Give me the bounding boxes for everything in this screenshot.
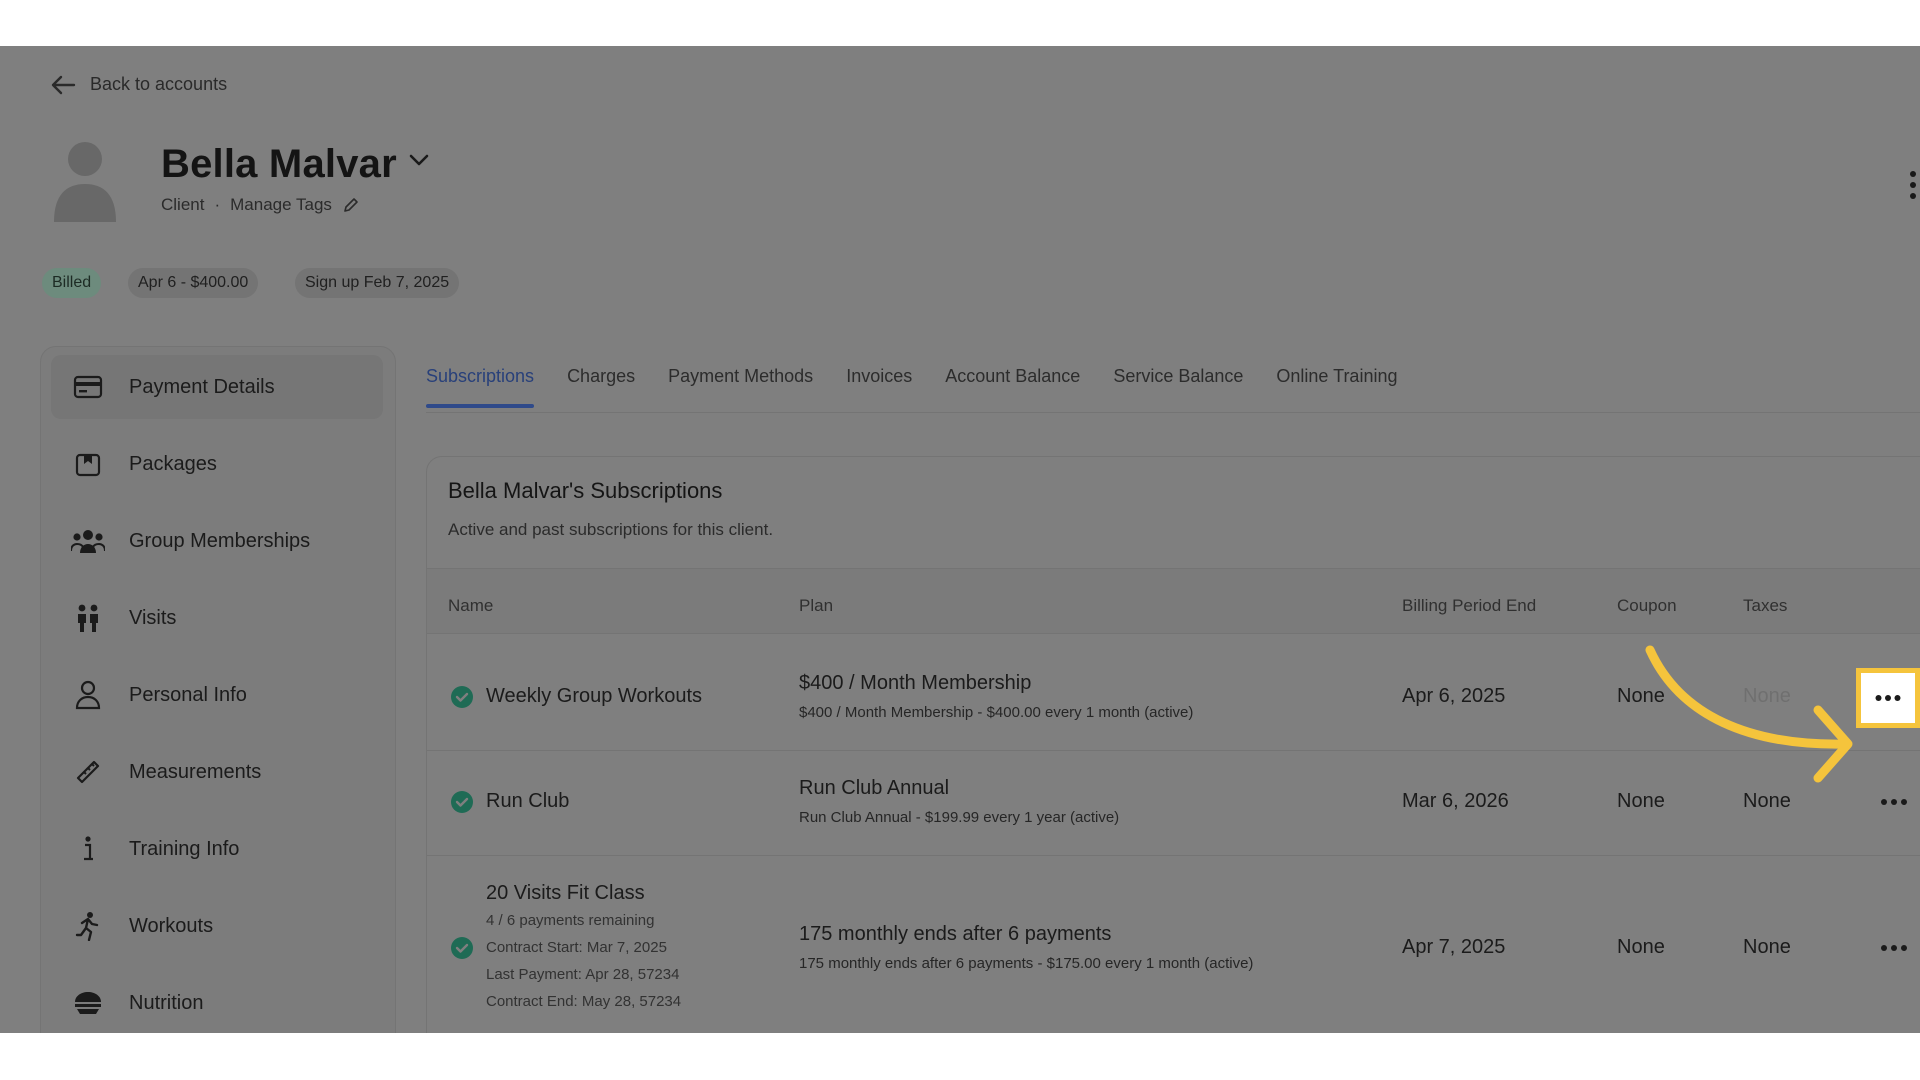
sidebar-item-group-memberships[interactable]: Group Memberships: [51, 509, 383, 573]
next-bill-badge: Apr 6 - $400.00: [128, 268, 259, 298]
sidebar-item-training-info[interactable]: Training Info: [51, 817, 383, 881]
subscription-name: 20 Visits Fit Class: [486, 882, 645, 904]
column-header-name: Name: [448, 596, 494, 615]
last-payment: Last Payment: Apr 28, 57234: [486, 966, 680, 983]
ruler-icon: [71, 755, 105, 789]
credit-card-icon: [71, 370, 105, 404]
visits-icon: [71, 601, 105, 635]
row-divider: [427, 855, 1920, 856]
tab-divider: [426, 412, 1920, 413]
person-icon: [71, 678, 105, 712]
plan-detail: Run Club Annual - $199.99 every 1 year (…: [799, 809, 1120, 826]
dimmed-page: Back to accounts Bella Malvar Client · M…: [0, 46, 1920, 1033]
coupon-value: None: [1617, 936, 1665, 958]
tab-bar: Subscriptions Charges Payment Methods In…: [426, 366, 1430, 408]
nutrition-icon: [71, 986, 105, 1020]
arrow-left-icon: [51, 75, 76, 94]
card-description: Active and past subscriptions for this c…: [448, 520, 774, 539]
tab-service-balance[interactable]: Service Balance: [1113, 366, 1243, 408]
column-header-coupon: Coupon: [1617, 596, 1677, 615]
plan-detail: $400 / Month Membership - $400.00 every …: [799, 704, 1194, 721]
sidebar-item-label: Group Memberships: [129, 529, 311, 552]
subscription-name: Weekly Group Workouts: [486, 685, 703, 707]
back-label: Back to accounts: [90, 74, 228, 94]
separator-dot: ·: [214, 195, 221, 214]
sidebar-item-nutrition[interactable]: Nutrition: [51, 971, 383, 1033]
payments-remaining: 4 / 6 payments remaining: [486, 912, 655, 929]
group-icon: [71, 524, 105, 558]
sidebar-item-label: Workouts: [129, 914, 214, 937]
sidebar-item-workouts[interactable]: Workouts: [51, 894, 383, 958]
billing-period-end: Apr 6, 2025: [1402, 685, 1506, 707]
back-to-accounts-link[interactable]: Back to accounts: [50, 74, 227, 95]
check-circle-icon: [451, 937, 473, 959]
client-role: Client: [161, 195, 205, 214]
billing-period-end: Apr 7, 2025: [1402, 936, 1506, 958]
sidebar-item-label: Packages: [129, 452, 217, 475]
more-horizontal-icon[interactable]: [1880, 798, 1908, 806]
plan-detail: 175 monthly ends after 6 payments - $175…: [799, 955, 1254, 972]
sidebar-item-label: Personal Info: [129, 683, 247, 706]
card-title: Bella Malvar's Subscriptions: [448, 478, 723, 503]
sidebar-item-label: Payment Details: [129, 375, 275, 398]
plan-name: Run Club Annual: [799, 777, 950, 799]
column-header-taxes: Taxes: [1743, 596, 1788, 615]
row-more-options-button[interactable]: [1856, 668, 1920, 728]
tutorial-arrow-icon: [1645, 645, 1853, 783]
more-horizontal-icon[interactable]: [1880, 944, 1908, 952]
tab-online-training[interactable]: Online Training: [1276, 366, 1397, 408]
more-horizontal-icon: [1875, 695, 1901, 701]
sidebar-item-measurements[interactable]: Measurements: [51, 740, 383, 804]
sidebar: Payment Details Packages Group Membershi…: [40, 346, 396, 1033]
tab-account-balance[interactable]: Account Balance: [945, 366, 1080, 408]
sidebar-item-label: Nutrition: [129, 991, 204, 1014]
client-name: Bella Malvar: [161, 142, 397, 186]
info-icon: [71, 832, 105, 866]
plan-name: 175 monthly ends after 6 payments: [799, 923, 1112, 945]
tab-subscriptions[interactable]: Subscriptions: [426, 366, 535, 408]
manage-tags-link[interactable]: Manage Tags: [230, 195, 332, 215]
avatar: [54, 142, 116, 222]
package-icon: [71, 447, 105, 481]
check-circle-icon: [451, 791, 473, 813]
column-header-billing-period-end: Billing Period End: [1402, 596, 1537, 615]
contract-end: Contract End: May 28, 57234: [486, 993, 682, 1010]
sidebar-item-packages[interactable]: Packages: [51, 432, 383, 496]
sidebar-item-label: Measurements: [129, 760, 262, 783]
client-subline: Client · Manage Tags: [161, 195, 360, 215]
check-circle-icon: [451, 686, 473, 708]
taxes-value: None: [1743, 936, 1791, 958]
column-header-plan: Plan: [799, 596, 834, 615]
sidebar-item-payment-details[interactable]: Payment Details: [51, 355, 383, 419]
table-header: [427, 568, 1920, 634]
running-icon: [71, 909, 105, 943]
status-badge: Billed: [42, 268, 102, 298]
sidebar-item-label: Visits: [129, 606, 177, 629]
sidebar-item-personal-info[interactable]: Personal Info: [51, 663, 383, 727]
subscription-name: Run Club: [486, 790, 570, 812]
pencil-icon[interactable]: [342, 196, 360, 214]
tab-invoices[interactable]: Invoices: [846, 366, 912, 408]
chevron-down-icon[interactable]: [408, 152, 430, 168]
tab-charges[interactable]: Charges: [567, 366, 635, 408]
plan-name: $400 / Month Membership: [799, 672, 1032, 694]
billing-period-end: Mar 6, 2026: [1402, 790, 1509, 812]
contract-start: Contract Start: Mar 7, 2025: [486, 939, 667, 956]
tab-payment-methods[interactable]: Payment Methods: [668, 366, 813, 408]
sidebar-item-visits[interactable]: Visits: [51, 586, 383, 650]
sidebar-item-label: Training Info: [129, 837, 240, 860]
signup-badge: Sign up Feb 7, 2025: [295, 268, 460, 298]
more-options-icon[interactable]: [1909, 170, 1917, 200]
